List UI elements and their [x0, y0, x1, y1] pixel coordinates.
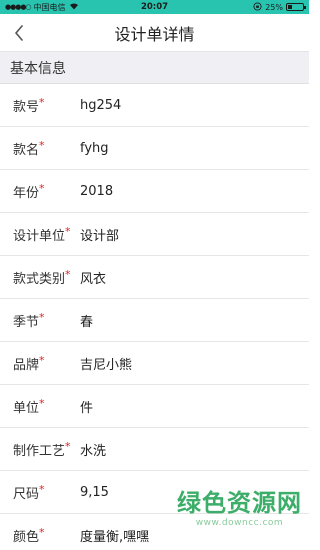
field-label: 单位* [0, 397, 80, 416]
field-label: 款名* [0, 139, 80, 158]
field-label: 制作工艺* [0, 440, 80, 459]
field-row: 款号* hg254 [0, 84, 309, 127]
field-value: 度量衡,嘿嘿 [80, 529, 150, 545]
field-label: 颜色* [0, 526, 80, 545]
field-label: 季节* [0, 311, 80, 330]
required-mark: * [65, 439, 71, 453]
field-label-text: 制作工艺 [13, 443, 66, 459]
field-label: 尺码* [0, 483, 80, 502]
field-label-text: 单位 [13, 400, 40, 416]
status-right: 25% [253, 1, 306, 13]
chevron-left-icon [15, 25, 23, 41]
back-button[interactable] [8, 22, 30, 44]
field-label: 款号* [0, 96, 80, 115]
field-value: hg254 [80, 97, 122, 113]
field-row: 季节* 春 [0, 299, 309, 342]
field-row: 制作工艺* 水洗 [0, 428, 309, 471]
section-header-basic-info: 基本信息 [0, 52, 309, 84]
required-mark: * [39, 482, 45, 496]
field-label: 年份* [0, 182, 80, 201]
field-label-text: 款号 [13, 99, 40, 115]
field-label-text: 设计单位 [13, 228, 66, 244]
battery-icon [286, 3, 306, 11]
watermark-title: 绿色资源网 [177, 489, 302, 517]
watermark-url: www.downcc.com [195, 518, 284, 528]
required-mark: * [65, 267, 71, 281]
required-mark: * [39, 95, 45, 109]
field-label: 款式类别* [0, 268, 80, 287]
field-value: 水洗 [80, 443, 107, 459]
field-row: 品牌* 吉尼小熊 [0, 342, 309, 385]
required-mark: * [65, 224, 71, 238]
required-mark: * [39, 181, 45, 195]
required-mark: * [39, 396, 45, 410]
field-label-text: 尺码 [13, 486, 40, 502]
field-label: 设计单位* [0, 225, 80, 244]
nav-bar: 设计单详情 [0, 14, 309, 52]
watermark: 绿色资源网 www.downcc.com [177, 483, 302, 528]
field-value: 件 [80, 400, 94, 416]
field-label: 品牌* [0, 354, 80, 373]
field-label-text: 款式类别 [13, 271, 66, 287]
field-row: 年份* 2018 [0, 170, 309, 213]
field-label-text: 颜色 [13, 529, 40, 545]
field-value: 吉尼小熊 [80, 357, 133, 373]
field-value: 9,15 [80, 484, 109, 500]
required-mark: * [39, 138, 45, 152]
field-label-text: 年份 [13, 185, 40, 201]
field-label-text: 品牌 [13, 357, 40, 373]
field-value: 春 [80, 314, 94, 330]
field-row: 单位* 件 [0, 385, 309, 428]
field-row: 设计单位* 设计部 [0, 213, 309, 256]
orientation-lock-icon [253, 1, 262, 13]
page-title: 设计单详情 [114, 24, 195, 44]
field-label-text: 款名 [13, 142, 40, 158]
field-value: 2018 [80, 183, 114, 199]
required-mark: * [39, 525, 45, 539]
status-bar: ●●●●○ 中国电信 20:07 25% [0, 0, 309, 14]
field-row: 款式类别* 风衣 [0, 256, 309, 299]
field-value: 风衣 [80, 271, 107, 287]
field-label-text: 季节 [13, 314, 40, 330]
required-mark: * [39, 353, 45, 367]
battery-percent: 25% [265, 2, 283, 12]
required-mark: * [39, 310, 45, 324]
field-value: fyhg [80, 140, 109, 156]
field-list: 款号* hg254 款名* fyhg 年份* 2018 设计单位* 设计部 款式类别* 风衣 季节*… [0, 84, 309, 550]
field-value: 设计部 [80, 228, 120, 244]
field-row: 款名* fyhg [0, 127, 309, 170]
